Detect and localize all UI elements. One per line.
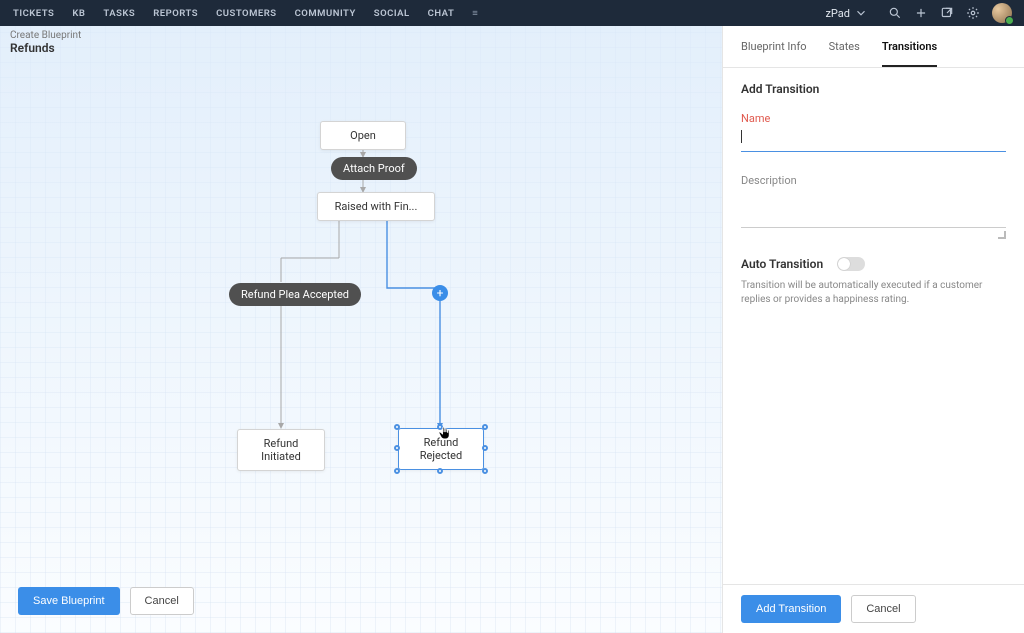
name-input[interactable] <box>741 129 1006 152</box>
save-blueprint-button[interactable]: Save Blueprint <box>18 587 120 615</box>
node-raised-fin[interactable]: Raised with Fin... <box>317 192 435 221</box>
nav-kb[interactable]: KB <box>63 8 94 19</box>
pill-label: Refund Plea Accepted <box>241 288 349 301</box>
nav-tasks[interactable]: TASKS <box>94 8 144 19</box>
external-icon[interactable] <box>940 6 954 20</box>
tab-states[interactable]: States <box>829 26 860 67</box>
nav-links: TICKETS KB TASKS REPORTS CUSTOMERS COMMU… <box>4 8 487 19</box>
canvas-footer: Save Blueprint Cancel <box>0 577 722 633</box>
auto-transition-row: Auto Transition <box>741 257 1006 271</box>
name-field-label: Name <box>741 112 1006 125</box>
resize-handle-icon[interactable] <box>482 468 488 474</box>
breadcrumb-parent[interactable]: Create Blueprint <box>10 30 81 41</box>
transition-plea-accepted[interactable]: Refund Plea Accepted <box>229 283 361 306</box>
node-refund-initiated[interactable]: Refund Initiated <box>237 429 325 471</box>
nav-social[interactable]: SOCIAL <box>365 8 419 19</box>
panel-body: Add Transition Name Description Auto Tra… <box>723 68 1024 584</box>
page-title: Refunds <box>10 41 81 55</box>
main: Open Attach Proof Raised with Fin... Ref… <box>0 26 1024 633</box>
resize-handle-icon[interactable] <box>482 445 488 451</box>
auto-transition-label: Auto Transition <box>741 257 823 271</box>
cancel-transition-button[interactable]: Cancel <box>851 595 915 623</box>
resize-handle-icon[interactable] <box>394 468 400 474</box>
transition-attach-proof[interactable]: Attach Proof <box>331 157 417 180</box>
blueprint-canvas[interactable]: Open Attach Proof Raised with Fin... Ref… <box>0 26 722 633</box>
tab-transitions[interactable]: Transitions <box>882 26 937 67</box>
add-transition-dot[interactable]: + <box>432 285 448 301</box>
description-input[interactable] <box>741 191 1006 228</box>
nav-more-icon[interactable]: ≡ <box>463 8 487 19</box>
cancel-button[interactable]: Cancel <box>130 587 194 615</box>
pill-label: Attach Proof <box>343 162 405 175</box>
resize-handle-icon[interactable] <box>437 468 443 474</box>
nav-reports[interactable]: REPORTS <box>144 8 207 19</box>
add-icon[interactable] <box>914 6 928 20</box>
search-icon[interactable] <box>888 6 902 20</box>
nav-customers[interactable]: CUSTOMERS <box>207 8 286 19</box>
add-transition-button[interactable]: Add Transition <box>741 595 841 623</box>
nav-chat[interactable]: CHAT <box>419 8 464 19</box>
gear-icon[interactable] <box>966 6 980 20</box>
auto-transition-toggle[interactable] <box>837 257 865 271</box>
sidebar: Blueprint Info States Transitions Add Tr… <box>722 26 1024 633</box>
panel-title: Add Transition <box>741 82 1006 96</box>
breadcrumb: Create Blueprint Refunds <box>10 30 81 55</box>
auto-transition-help: Transition will be automatically execute… <box>741 279 1006 307</box>
resize-handle-icon[interactable] <box>394 424 400 430</box>
node-label: Refund Initiated <box>261 437 301 463</box>
pointer-cursor-icon <box>438 425 452 441</box>
connectors <box>0 26 722 633</box>
brand-label: zPad <box>825 7 850 20</box>
chevron-down-icon <box>854 6 868 20</box>
node-open[interactable]: Open <box>320 121 406 150</box>
sidebar-tabs: Blueprint Info States Transitions <box>723 26 1024 68</box>
resize-handle-icon[interactable] <box>394 445 400 451</box>
avatar[interactable] <box>992 3 1012 23</box>
description-field-label: Description <box>741 174 1006 187</box>
node-label: Raised with Fin... <box>335 200 418 213</box>
brand-dropdown[interactable]: zPad <box>817 6 876 20</box>
nav-icons: zPad <box>817 3 1012 23</box>
sidebar-footer: Add Transition Cancel <box>723 584 1024 633</box>
resize-handle-icon[interactable] <box>482 424 488 430</box>
tab-blueprint-info[interactable]: Blueprint Info <box>741 26 807 67</box>
top-nav: TICKETS KB TASKS REPORTS CUSTOMERS COMMU… <box>0 0 1024 26</box>
nav-community[interactable]: COMMUNITY <box>286 8 365 19</box>
node-label: Open <box>350 129 376 142</box>
nav-tickets[interactable]: TICKETS <box>4 8 63 19</box>
